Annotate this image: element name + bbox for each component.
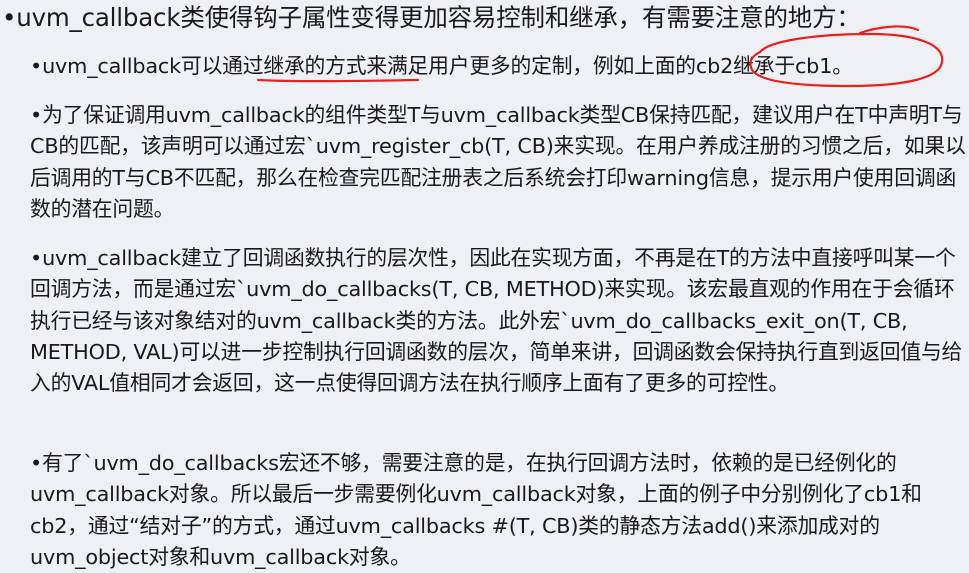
- slide: •uvm_callback类使得钩子属性变得更加容易控制和继承，有需要注意的地方…: [0, 0, 969, 570]
- bullet-register-cb: •为了保证调用uvm_callback的组件类型T与uvm_callback类型…: [30, 103, 966, 221]
- slide-title: •uvm_callback类使得钩子属性变得更加容易控制和继承，有需要注意的地方…: [2, 3, 861, 32]
- bullet-inheritance: •uvm_callback可以通过继承的方式来满足用户更多的定制，例如上面的cb…: [30, 54, 853, 78]
- bullet-do-callbacks: •uvm_callback建立了回调函数执行的层次性，因此在实现方面，不再是在T…: [30, 246, 963, 396]
- bullet-instantiate-callbacks: •有了`uvm_do_callbacks宏还不够，需要注意的是，在执行回调方法时…: [30, 451, 922, 569]
